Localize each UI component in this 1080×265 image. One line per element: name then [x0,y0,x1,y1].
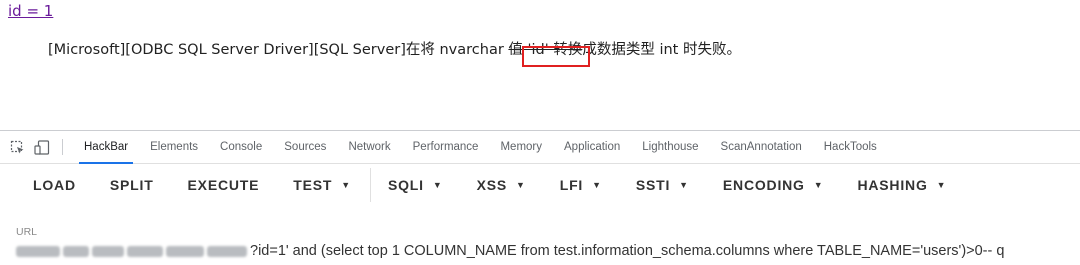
device-toolbar-icon[interactable] [34,139,50,155]
tab-console[interactable]: Console [209,131,273,163]
caret-down-icon: ▼ [516,180,526,190]
button-label: SSTI [635,177,671,193]
url-label: URL [16,226,38,238]
url-value: ?id=1' and (select top 1 COLUMN_NAME fro… [250,243,1005,259]
blurred-host [166,245,204,257]
split-button[interactable]: SPLIT [93,177,171,193]
execute-button[interactable]: EXECUTE [171,177,277,193]
button-label: LOAD [33,177,76,193]
caret-down-icon: ▼ [341,180,351,190]
error-text-prefix: [Microsoft][ODBC SQL Server Driver][SQL … [48,42,509,58]
devtools-panel: HackBar Elements Console Sources Network Perf… [0,130,1080,265]
tab-application[interactable]: Application [553,131,631,163]
ssti-button[interactable]: SSTI ▼ [619,177,706,193]
tab-elements[interactable]: Elements [139,131,209,163]
caret-down-icon: ▼ [813,180,824,190]
tab-scanannotation[interactable]: ScanAnnotation [710,131,813,163]
encoding-button[interactable]: ENCODING ▼ [706,177,841,193]
tab-lighthouse[interactable]: Lighthouse [631,131,709,163]
tab-sources[interactable]: Sources [273,131,337,163]
tab-network[interactable]: Network [337,131,401,163]
caret-down-icon: ▼ [679,180,689,190]
caret-down-icon: ▼ [432,180,443,190]
caret-down-icon: ▼ [936,180,947,190]
error-message: [Microsoft][ODBC SQL Server Driver][SQL … [48,38,741,59]
blurred-host [127,245,163,257]
tab-memory[interactable]: Memory [489,131,553,163]
blurred-host [207,245,247,257]
button-label: TEST [293,177,333,193]
xss-button[interactable]: XSS ▼ [460,177,543,193]
tab-divider [62,139,63,155]
blurred-host [16,245,60,257]
tab-hacktools[interactable]: HackTools [813,131,888,163]
inspect-element-icon[interactable] [9,139,25,155]
sqli-button[interactable]: SQLI ▼ [371,177,460,193]
blurred-host [92,245,124,257]
load-button[interactable]: LOAD [0,177,93,193]
tab-hackbar[interactable]: HackBar [73,131,139,164]
caret-down-icon: ▼ [592,180,602,190]
red-highlight-box [522,46,590,67]
test-button[interactable]: TEST ▼ [276,177,368,193]
lfi-button[interactable]: LFI ▼ [543,177,619,193]
blurred-host [63,245,89,257]
hashing-button[interactable]: HASHING ▼ [840,177,963,193]
button-label: SQLI [387,177,424,193]
hackbar-toolbar: LOAD SPLIT EXECUTE TEST ▼ SQLI ▼ XSS ▼ LFI ▼ SSTI ▼ E… [0,164,1080,206]
button-label: SPLIT [109,177,154,193]
button-label: LFI [559,177,584,193]
button-label: HASHING [857,177,928,193]
error-text-suffix: 成数据类型 int 时失败。 [582,42,741,58]
devtools-tabs: HackBar Elements Console Sources Network Perf… [73,131,888,164]
url-field[interactable]: ?id=1' and (select top 1 COLUMN_NAME fro… [16,241,1004,261]
button-label: XSS [476,177,507,193]
devtools-tab-bar: HackBar Elements Console Sources Network Perf… [0,131,1080,164]
button-label: EXECUTE [187,177,260,193]
id-link[interactable]: id = 1 [8,2,53,20]
tab-performance[interactable]: Performance [402,131,490,163]
button-label: ENCODING [722,177,805,193]
